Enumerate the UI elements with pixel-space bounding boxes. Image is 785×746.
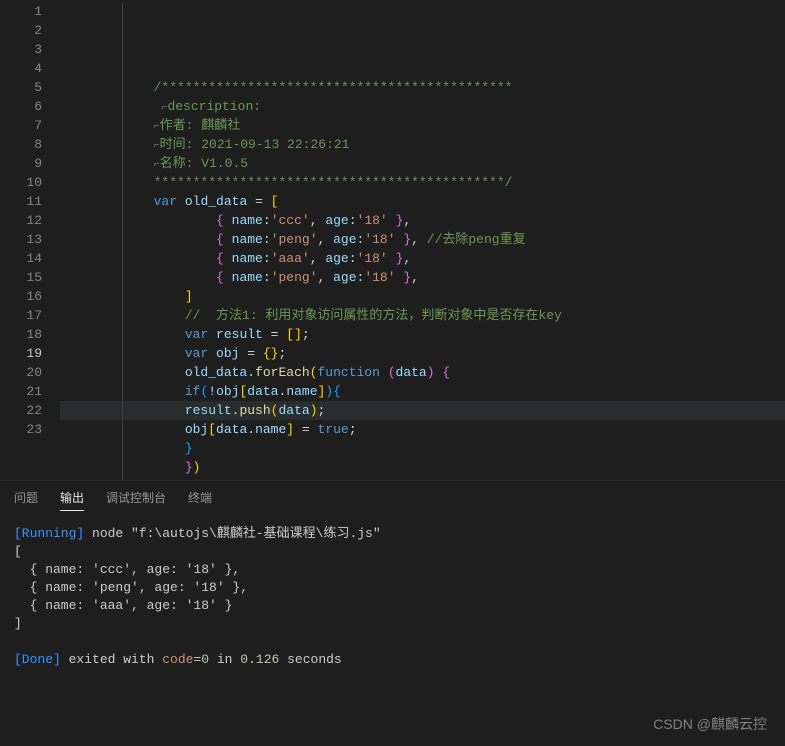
terminal-line: { name: 'ccc', age: '18' }, — [14, 561, 771, 579]
code-line[interactable]: }) — [60, 458, 785, 477]
code-line[interactable]: result.push(data); — [60, 401, 785, 420]
code-area[interactable]: /***************************************… — [60, 0, 785, 480]
line-number: 7 — [0, 116, 42, 135]
terminal-line: [ — [14, 543, 771, 561]
line-number: 1 — [0, 2, 42, 21]
code-line[interactable]: ⌐名称: V1.0.5 — [60, 154, 785, 173]
line-number: 6 — [0, 97, 42, 116]
line-number: 4 — [0, 59, 42, 78]
code-line[interactable]: var old_data = [ — [60, 192, 785, 211]
line-number: 3 — [0, 40, 42, 59]
terminal-line: { name: 'aaa', age: '18' } — [14, 597, 771, 615]
code-line[interactable]: } — [60, 439, 785, 458]
line-number: 16 — [0, 287, 42, 306]
line-number: 21 — [0, 382, 42, 401]
line-number: 22 — [0, 401, 42, 420]
line-number: 18 — [0, 325, 42, 344]
terminal-line — [14, 633, 771, 651]
code-line[interactable]: { name:'peng', age:'18' }, //去除peng重复 — [60, 230, 785, 249]
terminal-line: [Done] exited with code=0 in 0.126 secon… — [14, 651, 771, 669]
code-line[interactable]: { name:'aaa', age:'18' }, — [60, 249, 785, 268]
terminal-line: { name: 'peng', age: '18' }, — [14, 579, 771, 597]
line-number: 23 — [0, 420, 42, 439]
line-number: 2 — [0, 21, 42, 40]
code-line[interactable] — [60, 59, 785, 78]
line-number: 12 — [0, 211, 42, 230]
code-line[interactable]: if(!obj[data.name]){ — [60, 382, 785, 401]
code-line[interactable]: ] — [60, 287, 785, 306]
code-line[interactable]: obj[data.name] = true; — [60, 420, 785, 439]
line-number: 17 — [0, 306, 42, 325]
output-panel[interactable]: [Running] node "f:\autojs\麒麟社-基础课程\练习.js… — [0, 517, 785, 677]
code-line[interactable]: console.log(result); — [60, 477, 785, 480]
line-number: 5 — [0, 78, 42, 97]
terminal-line: ] — [14, 615, 771, 633]
code-line[interactable]: old_data.forEach(function (data) { — [60, 363, 785, 382]
code-line[interactable]: /***************************************… — [60, 78, 785, 97]
code-line[interactable]: var result = []; — [60, 325, 785, 344]
tab-output[interactable]: 输出 — [60, 489, 84, 511]
line-number: 14 — [0, 249, 42, 268]
terminal-line: [Running] node "f:\autojs\麒麟社-基础课程\练习.js… — [14, 525, 771, 543]
line-number: 11 — [0, 192, 42, 211]
watermark: CSDN @麒麟云控 — [653, 714, 767, 734]
panel-tabs: 问题 输出 调试控制台 终端 — [0, 480, 785, 517]
editor-pane: 1234567891011121314151617181920212223 /*… — [0, 0, 785, 480]
line-number: 9 — [0, 154, 42, 173]
code-line[interactable]: { name:'ccc', age:'18' }, — [60, 211, 785, 230]
tab-terminal[interactable]: 终端 — [188, 489, 212, 511]
code-line[interactable]: ⌐description: — [60, 97, 785, 116]
line-number-gutter: 1234567891011121314151617181920212223 — [0, 0, 60, 480]
code-line[interactable]: // 方法1: 利用对象访问属性的方法，判断对象中是否存在key — [60, 306, 785, 325]
line-number: 20 — [0, 363, 42, 382]
line-number: 15 — [0, 268, 42, 287]
code-line[interactable]: var obj = {}; — [60, 344, 785, 363]
tab-problems[interactable]: 问题 — [14, 489, 38, 511]
line-number: 8 — [0, 135, 42, 154]
code-line[interactable]: { name:'peng', age:'18' }, — [60, 268, 785, 287]
code-line[interactable]: ⌐时间: 2021-09-13 22:26:21 — [60, 135, 785, 154]
code-line[interactable]: ⌐作者: 麒麟社 — [60, 116, 785, 135]
line-number: 10 — [0, 173, 42, 192]
line-number: 19 — [0, 344, 42, 363]
line-number: 13 — [0, 230, 42, 249]
tab-debug-console[interactable]: 调试控制台 — [106, 489, 166, 511]
code-line[interactable]: ****************************************… — [60, 173, 785, 192]
